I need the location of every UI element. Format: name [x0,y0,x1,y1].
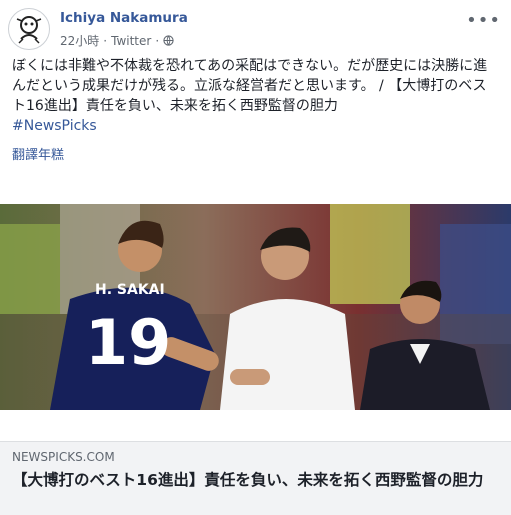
post-time[interactable]: 22小時 [60,32,99,49]
jersey-number: 19 [85,306,171,379]
facebook-post: Ichiya Nakamura 22小時 · Twitter · ••• ぼくに… [0,0,511,515]
link-domain: NEWSPICKS.COM [12,450,115,464]
translate-link[interactable]: 翻譯年糕 [12,144,64,163]
globe-icon[interactable] [163,35,174,46]
photo-drawing: H. SAKAI 19 [0,204,511,410]
author-name[interactable]: Ichiya Nakamura [60,10,188,26]
avatar-drawing [16,16,42,44]
avatar[interactable] [8,8,50,50]
post-meta: 22小時 · Twitter · [60,32,174,49]
meta-separator: · [103,33,108,48]
post-header: Ichiya Nakamura 22小時 · Twitter · ••• [8,8,503,52]
link-preview[interactable]: NEWSPICKS.COM 【大博打のベスト16進出】責任を負い、未来を拓く西野… [0,441,511,515]
post-text: ぼくには非難や不体裁を恐れてあの采配はできない。だが歴史には決勝に進んだという成… [12,56,500,136]
post-photo[interactable]: H. SAKAI 19 [0,204,511,410]
post-source: Twitter [111,33,152,48]
hashtag-link[interactable]: #NewsPicks [12,118,97,134]
meta-separator-2: · [155,33,160,48]
post-body: ぼくには非難や不体裁を恐れてあの采配はできない。だが歴史には決勝に進んだという成… [12,58,488,114]
jersey-name: H. SAKAI [95,282,165,298]
link-title[interactable]: 【大博打のベスト16進出】責任を負い、未来を拓く西野監督の胆力 [12,470,498,491]
more-icon[interactable]: ••• [466,10,501,31]
